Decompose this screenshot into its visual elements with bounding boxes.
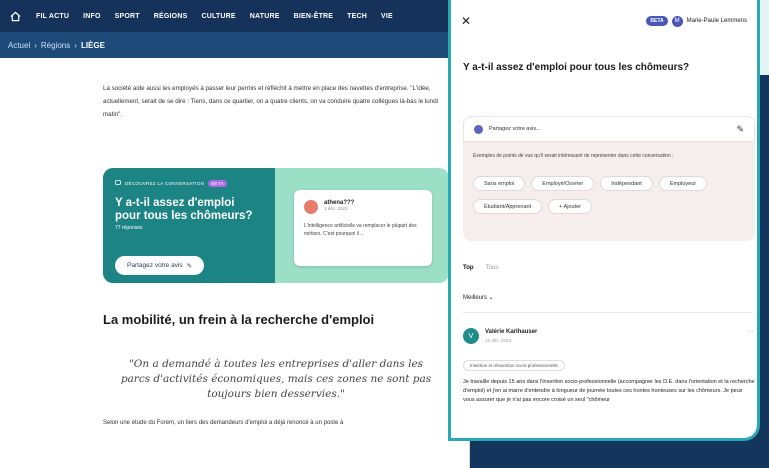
breadcrumb-home[interactable]: Actuel	[8, 41, 30, 50]
chip-employe-ouvrier[interactable]: Employé/Ouvrier	[531, 176, 595, 191]
share-placeholder: Partagez votre avis...	[489, 126, 541, 132]
beta-badge: BETA	[208, 180, 227, 187]
share-opinion-input[interactable]: Partagez votre avis... ✎	[463, 116, 755, 142]
close-icon[interactable]: ✕	[461, 14, 471, 28]
conversation-panel: ✕ BETA M Marie-Paule Lemmens Y a-t-il as…	[448, 0, 760, 441]
avatar[interactable]: M	[671, 15, 683, 27]
nav-item-regions[interactable]: RÉGIONS	[154, 13, 188, 20]
comment-date: 1 déc. 2023	[324, 206, 348, 211]
perspective-chips: Sans emploi Employé/Ouvrier Indépendant …	[473, 176, 749, 214]
comment-text: Je travaille depuis 15 ans dans l'insert…	[463, 379, 755, 403]
comment-tabs: Top Tous	[463, 265, 498, 271]
article-intro-paragraph: La société aide aussi les employés à pas…	[103, 85, 439, 118]
article-window: FIL ACTU INFO SPORT RÉGIONS CULTURE NATU…	[0, 0, 470, 468]
divider	[463, 312, 753, 313]
share-opinion-box: Partagez votre avis... ✎ Exemples de poi…	[463, 116, 755, 241]
article-quote: "On a demandé à toutes les entreprises d…	[120, 358, 432, 400]
top-navigation: FIL ACTU INFO SPORT RÉGIONS CULTURE NATU…	[0, 0, 469, 32]
edit-icon[interactable]: ✎	[736, 124, 744, 135]
sort-dropdown[interactable]: Meilleurs ⌄	[463, 294, 494, 301]
chip-sans-emploi[interactable]: Sans emploi	[473, 176, 526, 191]
user-avatar-icon	[474, 124, 483, 134]
nav-item-fil-actu[interactable]: FIL ACTU	[36, 13, 69, 20]
panel-user-area: BETA M Marie-Paule Lemmens	[646, 15, 747, 27]
promo-response-count: 77 réponses	[115, 225, 143, 231]
article-paragraph: Selon une étude du Forem, un tiers des d…	[103, 420, 344, 426]
nav-item-bien-etre[interactable]: BIEN-ÊTRE	[294, 13, 334, 20]
chat-icon	[115, 180, 121, 187]
chip-add[interactable]: + Ajouter	[548, 199, 592, 214]
nav-item-info[interactable]: INFO	[83, 13, 101, 20]
chip-employeur[interactable]: Employeur	[658, 176, 708, 191]
promo-left-panel: DÉCOUVREZ LA CONVERSATION BETA Y a-t-il …	[103, 168, 275, 283]
panel-title: Y a-t-il assez d'emploi pour tous les ch…	[463, 62, 690, 73]
pencil-icon: ✎	[186, 262, 193, 270]
comment-tag: Insertion et réinsertion socio-professio…	[463, 360, 566, 371]
nav-item-nature[interactable]: NATURE	[250, 13, 280, 20]
user-name[interactable]: Marie-Paule Lemmens	[687, 18, 747, 24]
panel-header: ✕ BETA M Marie-Paule Lemmens	[451, 0, 757, 42]
comment-excerpt: L'intelligence artificielle va remplacer…	[304, 223, 417, 237]
comment-author[interactable]: Valérie Karlhauser	[485, 329, 537, 335]
home-icon[interactable]	[8, 9, 22, 23]
tab-top[interactable]: Top	[463, 265, 474, 271]
breadcrumb-separator: ›	[74, 40, 77, 50]
more-options-icon[interactable]: ···	[747, 328, 754, 335]
avatar	[304, 200, 318, 214]
share-hint-text: Exemples de points de vue qu'il serait i…	[473, 153, 674, 159]
nav-item-vie[interactable]: VIE	[381, 13, 393, 20]
promo-eyebrow-text: DÉCOUVREZ LA CONVERSATION	[125, 181, 205, 186]
nav-item-sport[interactable]: SPORT	[115, 13, 140, 20]
chip-independant[interactable]: Indépendant	[600, 176, 653, 191]
chip-etudiant-apprenant[interactable]: Étudiant/Apprenant	[473, 199, 543, 214]
breadcrumb: Actuel › Régions › LIÈGE	[0, 32, 469, 58]
beta-badge: BETA	[646, 16, 668, 26]
comment-header: athena??? 1 déc. 2023	[304, 200, 422, 214]
breadcrumb-regions[interactable]: Régions	[41, 41, 70, 50]
featured-comment-card[interactable]: athena??? 1 déc. 2023 L'intelligence art…	[294, 190, 432, 266]
comment-date: 12 déc. 2023	[485, 338, 512, 343]
promo-eyebrow: DÉCOUVREZ LA CONVERSATION BETA	[115, 180, 263, 187]
share-opinion-label: Partagez votre avis	[127, 262, 183, 269]
avatar: V	[463, 328, 479, 344]
section-heading: La mobilité, un frein à la recherche d'e…	[103, 312, 375, 327]
conversation-promo-card[interactable]: DÉCOUVREZ LA CONVERSATION BETA Y a-t-il …	[103, 168, 449, 283]
promo-title: Y a-t-il assez d'emploi pour tous les ch…	[115, 197, 253, 222]
tab-all[interactable]: Tous	[486, 265, 499, 271]
share-opinion-button[interactable]: Partagez votre avis ✎	[115, 256, 205, 275]
nav-item-tech[interactable]: TECH	[347, 13, 367, 20]
breadcrumb-current: LIÈGE	[80, 40, 105, 50]
nav-item-culture[interactable]: CULTURE	[201, 13, 235, 20]
breadcrumb-separator: ›	[34, 40, 37, 50]
